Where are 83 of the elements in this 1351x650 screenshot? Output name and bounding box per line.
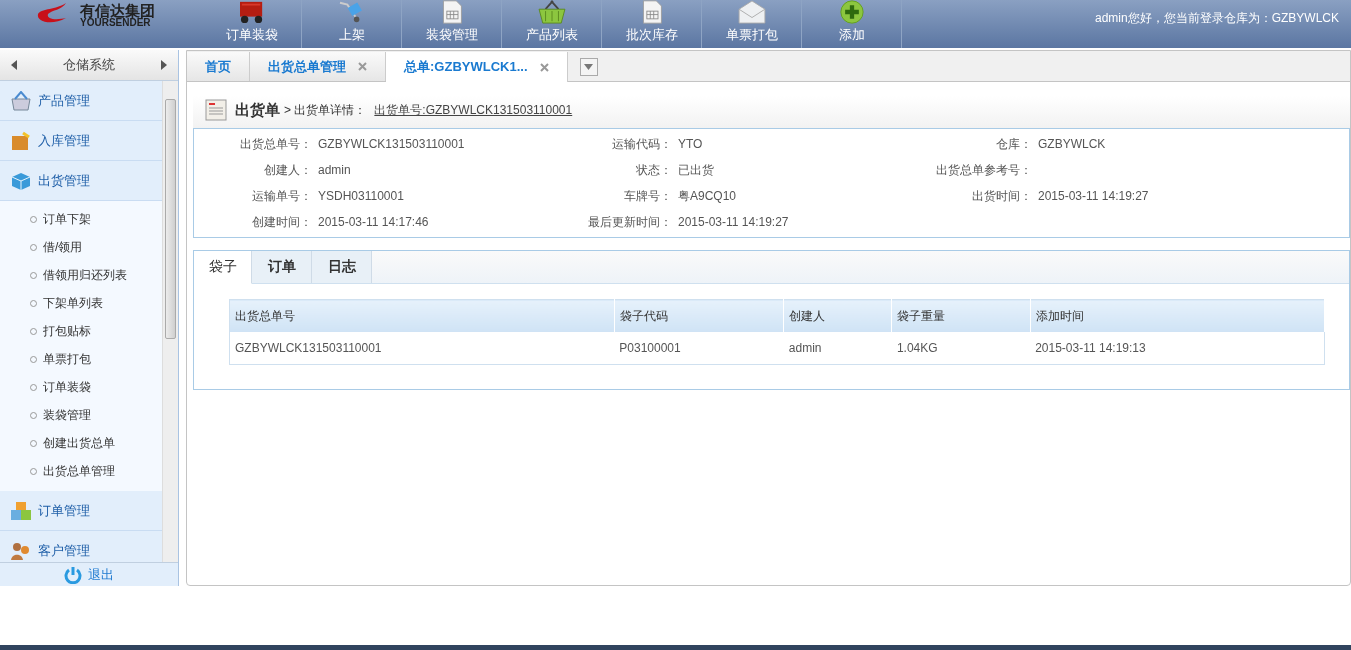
tab[interactable]: 袋子 — [194, 251, 252, 284]
toolbar-button[interactable]: 上架 — [302, 0, 402, 48]
caret-icon — [584, 64, 593, 70]
field-label: 创建人： — [263, 161, 312, 179]
field-value: 2015-03-11 14:17:46 — [318, 215, 429, 229]
toolbar-button[interactable]: 订单装袋 — [202, 0, 302, 48]
sidebar-title: 仓储系统 — [63, 56, 115, 74]
logout-button[interactable]: 退出 — [0, 562, 178, 586]
chevron-left-icon[interactable] — [10, 60, 18, 70]
menu-group[interactable]: 出货管理 — [0, 161, 162, 201]
menu-item[interactable]: 创建出货总单 — [0, 429, 121, 457]
menu-item[interactable]: 打包贴标 — [0, 317, 97, 345]
tab[interactable]: 首页 — [187, 52, 250, 81]
tab[interactable]: 日志 — [312, 251, 372, 283]
dropdown-button[interactable] — [579, 58, 598, 76]
chevron-right-icon[interactable] — [160, 60, 168, 70]
user-greeting: admin您好，您当前登录仓库为：GZBYWLCK — [1094, 10, 1339, 27]
menu-group[interactable]: 产品管理 — [0, 81, 162, 121]
table-cell: GZBYWLCK131503110001 — [229, 332, 615, 365]
table-cell: 1.04KG — [891, 332, 1031, 365]
envelope-icon — [735, 0, 768, 24]
menu-item[interactable]: 单票打包 — [0, 345, 97, 373]
table-cell: P03100001 — [614, 332, 784, 365]
table-cell: admin — [783, 332, 892, 365]
toolbar-button[interactable]: 产品列表 — [502, 0, 602, 48]
table-cell: 2015-03-11 14:19:13 — [1030, 332, 1325, 365]
field-value: GZBYWLCK — [1038, 137, 1106, 151]
scrollbar[interactable] — [162, 81, 178, 562]
close-icon[interactable] — [539, 62, 549, 72]
users-icon — [10, 540, 32, 561]
field-value: 2015-03-11 14:19:27 — [1038, 189, 1149, 203]
field-value: YTO — [678, 137, 703, 151]
field-value: 粤A9CQ10 — [678, 187, 737, 205]
breadcrumb-text: > 出货单详情： — [284, 101, 367, 119]
tab[interactable]: 出货总单管理 — [250, 52, 386, 81]
tab[interactable]: 订单 — [252, 251, 312, 283]
toolbar-button[interactable]: 添加 — [802, 0, 902, 48]
field-label: 状态： — [635, 161, 672, 179]
field-value: YSDH03110001 — [318, 189, 404, 203]
package-icon — [10, 170, 32, 191]
logo-subtitle: YOURSENDER — [80, 17, 151, 28]
tab[interactable]: 总单:GZBYWLCK1... — [386, 52, 568, 82]
column-header: 添加时间 — [1030, 299, 1325, 332]
field-label: 出货时间： — [971, 187, 1032, 205]
logo-text: 有信达集团 — [80, 2, 155, 18]
menu-item[interactable]: 借领用归还列表 — [0, 261, 133, 289]
menu-item[interactable]: 订单装袋 — [0, 373, 97, 401]
column-header: 创建人 — [783, 299, 892, 332]
field-label: 创建时间： — [251, 213, 312, 231]
menu-item[interactable]: 下架单列表 — [0, 289, 109, 317]
field-value: GZBYWLCK131503110001 — [318, 137, 465, 151]
basket-icon — [10, 90, 32, 111]
column-header: 出货总单号 — [229, 299, 615, 332]
plus-icon — [837, 0, 866, 24]
document-icon — [205, 99, 227, 121]
field-label: 仓库： — [995, 135, 1032, 153]
field-label: 出货总单号： — [239, 135, 312, 153]
menu-item[interactable]: 装袋管理 — [0, 401, 97, 429]
column-header: 袋子重量 — [891, 299, 1031, 332]
page-title: 出货单 — [235, 100, 280, 120]
field-label: 出货总单参考号： — [935, 161, 1032, 179]
toolbar-button[interactable]: 单票打包 — [702, 0, 802, 48]
menu-group[interactable]: 客户管理 — [0, 531, 162, 562]
menu-group[interactable]: 订单管理 — [0, 491, 162, 531]
field-label: 运输代码： — [611, 135, 672, 153]
field-value: admin — [318, 163, 351, 177]
boxes-icon — [10, 500, 32, 521]
toolbar-button[interactable]: 装袋管理 — [402, 0, 502, 48]
menu-item[interactable]: 借/领用 — [0, 233, 89, 261]
toolbar-button[interactable]: 批次库存 — [602, 0, 702, 48]
menu-group[interactable]: 入库管理 — [0, 121, 162, 161]
close-icon[interactable] — [358, 62, 367, 71]
field-value: 2015-03-11 14:19:27 — [678, 215, 789, 229]
field-label: 车牌号： — [623, 187, 672, 205]
menu-item[interactable]: 订单下架 — [0, 205, 97, 233]
power-icon — [64, 565, 82, 584]
field-value: 已出货 — [678, 161, 714, 179]
column-header: 袋子代码 — [614, 299, 784, 332]
field-label: 最后更新时间： — [587, 213, 672, 231]
menu-item[interactable]: 出货总单管理 — [0, 457, 121, 485]
box-icon — [10, 130, 32, 151]
breadcrumb-link[interactable]: 出货单号:GZBYWLCK131503110001 — [374, 101, 573, 119]
field-label: 运输单号： — [251, 187, 312, 205]
